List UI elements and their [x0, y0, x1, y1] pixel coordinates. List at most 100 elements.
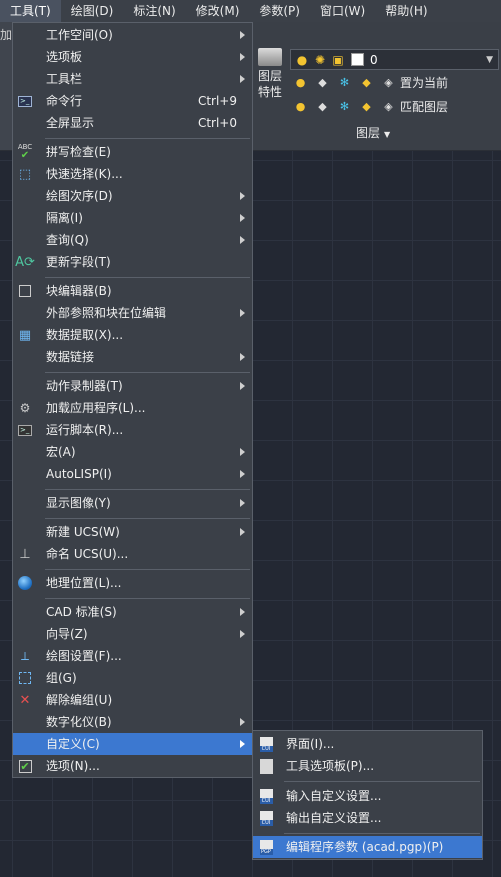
chevron-right-icon	[240, 528, 245, 536]
menu-help[interactable]: 帮助(H)	[375, 0, 437, 22]
menu-parametric[interactable]: 参数(P)	[249, 0, 310, 22]
layers-panel-title-text: 图层	[356, 126, 381, 140]
menu-item-isolate[interactable]: 隔离(I)	[13, 207, 252, 229]
menu-item-display-image[interactable]: 显示图像(Y)	[13, 492, 252, 514]
menu-item-label: AutoLISP(I)	[46, 467, 112, 481]
menu-tools[interactable]: 工具(T)	[0, 0, 61, 22]
chevron-right-icon	[240, 499, 245, 507]
run-script-icon: >_	[17, 422, 33, 438]
layer-thaw-icon[interactable]: ✻	[336, 99, 353, 115]
menu-separator	[45, 372, 250, 373]
layer-unlock-icon[interactable]: ◆	[358, 99, 375, 115]
submenu-item-interface[interactable]: CUI 界面(I)...	[253, 733, 482, 755]
chevron-right-icon	[240, 309, 245, 317]
submenu-item-tool-palettes[interactable]: 工具选项板(P)...	[253, 755, 482, 777]
menu-item-autolisp[interactable]: AutoLISP(I)	[13, 463, 252, 485]
layer-dropdown[interactable]: ● ✺ ▣ 0 ▼	[290, 49, 499, 70]
menu-item-label: 组(G)	[46, 671, 77, 685]
export-cui-icon-text: CUI	[259, 820, 273, 826]
layer-unisolate-icon[interactable]: ◆	[314, 99, 331, 115]
customize-submenu: CUI 界面(I)... 工具选项板(P)... CUI 输入自定义设置... CU…	[252, 730, 483, 860]
tools-menu: 工作空间(O) 选项板 工具栏 >_ 命令行 Ctrl+9 全屏显示 Ctrl+0 A…	[12, 22, 253, 778]
match-layer-icon: ◈	[384, 100, 393, 113]
menu-item-inquiry[interactable]: 查询(Q)	[13, 229, 252, 251]
menu-item-drafting-settings[interactable]: ⟂ 绘图设置(F)...	[13, 645, 252, 667]
menu-separator	[45, 598, 250, 599]
menu-item-label: 全屏显示	[46, 116, 95, 130]
menu-item-geographic-location[interactable]: 地理位置(L)...	[13, 572, 252, 594]
menu-item-label: 隔离(I)	[46, 211, 83, 225]
menu-item-data-extraction[interactable]: ▦ 数据提取(X)...	[13, 324, 252, 346]
set-current-label: 置为当前	[400, 76, 449, 90]
menu-separator	[45, 569, 250, 570]
layer-off-icon[interactable]: ●	[292, 75, 309, 91]
menu-item-workspaces[interactable]: 工作空间(O)	[13, 24, 252, 46]
menu-item-label: 命令行	[46, 94, 83, 108]
menu-item-block-editor[interactable]: 块编辑器(B)	[13, 280, 252, 302]
menu-modify[interactable]: 修改(M)	[186, 0, 250, 22]
layer-properties-button[interactable]: 图层 特性	[252, 48, 288, 100]
menu-item-label: 动作录制器(T)	[46, 379, 123, 393]
menu-item-spell-check[interactable]: ABC ✔ 拼写检查(E)	[13, 141, 252, 163]
layer-properties-icon	[258, 48, 282, 66]
menu-item-clean-screen[interactable]: 全屏显示 Ctrl+0	[13, 112, 252, 134]
menu-separator	[45, 138, 250, 139]
lightbulb-icon: ●	[296, 52, 308, 67]
chevron-right-icon	[240, 53, 245, 61]
layer-isolate-icon[interactable]: ◆	[314, 75, 331, 91]
chevron-right-icon	[240, 31, 245, 39]
menu-item-cad-standards[interactable]: CAD 标准(S)	[13, 601, 252, 623]
menu-draw[interactable]: 绘图(D)	[61, 0, 124, 22]
menu-item-customize[interactable]: 自定义(C)	[13, 733, 252, 755]
submenu-item-edit-program-parameters[interactable]: PGP 编辑程序参数 (acad.pgp)(P)	[253, 836, 482, 858]
tool-palettes-icon	[258, 758, 274, 774]
command-line-icon: >_	[17, 93, 33, 109]
menu-item-load-application[interactable]: ⚙ 加载应用程序(L)...	[13, 397, 252, 419]
menu-dimension[interactable]: 标注(N)	[123, 0, 185, 22]
menu-item-tablet[interactable]: 数字化仪(B)	[13, 711, 252, 733]
named-ucs-icon: ⊥	[19, 546, 31, 562]
menu-item-ungroup[interactable]: ✕ 解除编组(U)	[13, 689, 252, 711]
menu-item-label: 选项(N)...	[46, 759, 100, 773]
menu-item-xref-edit[interactable]: 外部参照和块在位编辑	[13, 302, 252, 324]
layer-on-icon[interactable]: ●	[292, 99, 309, 115]
layer-freeze-icon[interactable]: ✻	[336, 75, 353, 91]
drafting-settings-icon: ⟂	[20, 648, 29, 663]
chevron-down-icon: ▼	[384, 130, 391, 139]
menu-item-data-links[interactable]: 数据链接	[13, 346, 252, 368]
submenu-item-export-customizations[interactable]: CUI 输出自定义设置...	[253, 807, 482, 829]
menu-window[interactable]: 窗口(W)	[310, 0, 375, 22]
submenu-separator	[284, 781, 480, 782]
menu-item-shortcut: Ctrl+0	[197, 116, 237, 130]
menu-item-run-script[interactable]: >_ 运行脚本(R)...	[13, 419, 252, 441]
menu-item-options[interactable]: ✔ 选项(N)...	[13, 755, 252, 777]
menu-item-draw-order[interactable]: 绘图次序(D)	[13, 185, 252, 207]
menu-item-macro[interactable]: 宏(A)	[13, 441, 252, 463]
menu-item-label: 工具栏	[46, 72, 83, 86]
sun-icon: ✺	[314, 52, 326, 67]
export-cui-icon: CUI	[258, 810, 274, 826]
menu-item-action-recorder[interactable]: 动作录制器(T)	[13, 375, 252, 397]
layer-lock-icon[interactable]: ◆	[358, 75, 375, 91]
menu-item-label: 命名 UCS(U)...	[46, 547, 129, 561]
submenu-item-import-customizations[interactable]: CUI 输入自定义设置...	[253, 785, 482, 807]
menu-item-toolbars[interactable]: 工具栏	[13, 68, 252, 90]
menu-item-group[interactable]: 组(G)	[13, 667, 252, 689]
menu-item-label: 自定义(C)	[46, 737, 100, 751]
globe-icon	[17, 575, 33, 591]
layers-panel-title[interactable]: 图层 ▼	[356, 124, 390, 141]
menu-item-named-ucs[interactable]: ⊥ 命名 UCS(U)...	[13, 543, 252, 565]
menu-item-wizards[interactable]: 向导(Z)	[13, 623, 252, 645]
menu-item-update-fields[interactable]: A⟳ 更新字段(T)	[13, 251, 252, 273]
set-current-button[interactable]: ◈ 置为当前	[380, 74, 448, 91]
ribbon-tab-fragment[interactable]: 加	[0, 26, 12, 43]
data-extraction-icon: ▦	[18, 327, 32, 343]
menu-item-palettes[interactable]: 选项板	[13, 46, 252, 68]
block-editor-icon	[17, 283, 33, 299]
unlock-icon: ▣	[332, 52, 344, 67]
menu-item-command-line[interactable]: >_ 命令行 Ctrl+9	[13, 90, 252, 112]
menu-item-quick-select[interactable]: ⬚ 快速选择(K)...	[13, 163, 252, 185]
menu-item-new-ucs[interactable]: 新建 UCS(W)	[13, 521, 252, 543]
match-layer-button[interactable]: ◈ 匹配图层	[380, 98, 448, 115]
menu-item-label: 外部参照和块在位编辑	[46, 306, 167, 320]
